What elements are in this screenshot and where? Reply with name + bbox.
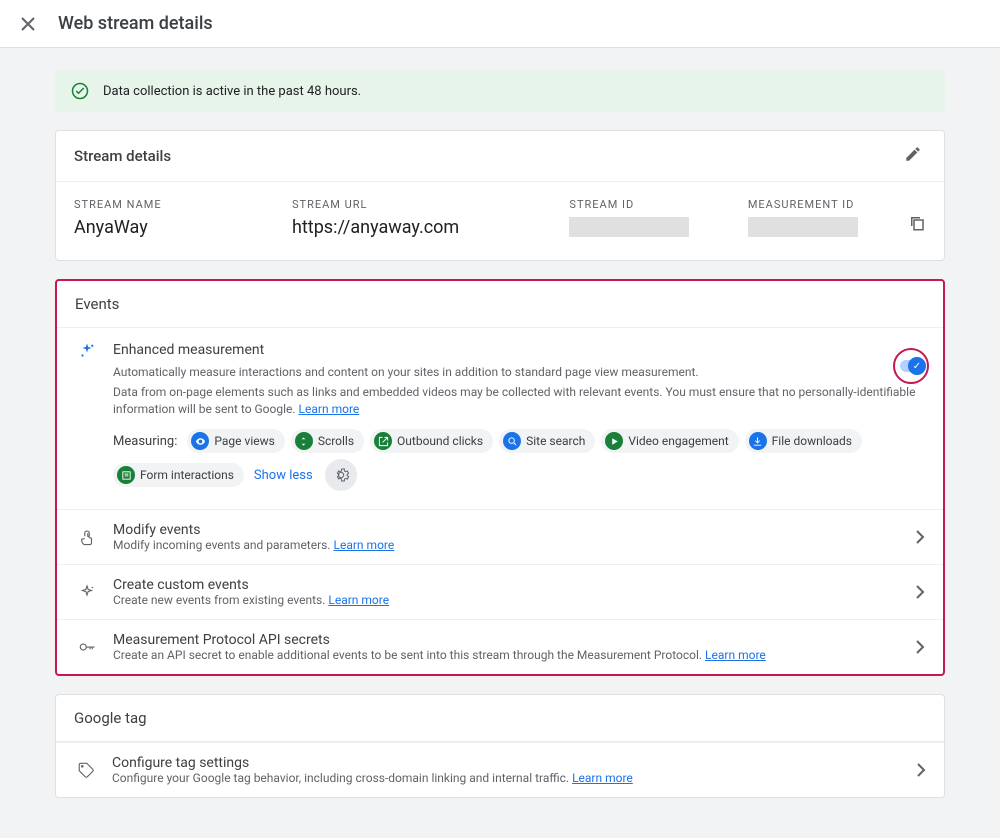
learn-more-link[interactable]: Learn more	[334, 538, 395, 552]
enhanced-measurement-row: Enhanced measurement Automatically measu…	[57, 328, 943, 509]
learn-more-link[interactable]: Learn more	[572, 771, 633, 785]
enhanced-settings-button[interactable]	[325, 459, 357, 491]
stream-name-label: STREAM NAME	[74, 198, 272, 211]
google-tag-card: Google tag Configure tag settings Config…	[55, 694, 945, 798]
eye-icon	[191, 432, 209, 450]
stream-url-value: https://anyaway.com	[292, 217, 549, 238]
stream-name-value: AnyaWay	[74, 217, 272, 238]
gear-icon	[333, 467, 349, 483]
touch-icon	[75, 528, 99, 546]
list-item-sub: Modify incoming events and parameters.	[113, 538, 331, 552]
chip-site-search: Site search	[499, 429, 595, 453]
measurement-id-label: MEASUREMENT ID	[748, 198, 902, 211]
page-title: Web stream details	[58, 13, 213, 34]
enhanced-measurement-desc2: Data from on-page elements such as links…	[113, 385, 915, 416]
measurement-id-value	[748, 217, 858, 237]
stream-url-label: STREAM URL	[292, 198, 549, 211]
scroll-icon	[295, 432, 313, 450]
configure-tag-settings-row[interactable]: Configure tag settings Configure your Go…	[56, 742, 944, 797]
enhanced-learn-more-link[interactable]: Learn more	[299, 402, 360, 416]
enhanced-measurement-toggle-highlight	[893, 348, 929, 384]
copy-icon	[908, 214, 926, 232]
learn-more-link[interactable]: Learn more	[328, 593, 389, 607]
play-icon	[605, 432, 623, 450]
enhanced-measurement-desc1: Automatically measure interactions and c…	[113, 364, 925, 381]
status-banner: Data collection is active in the past 48…	[55, 70, 945, 112]
enhanced-measurement-toggle[interactable]	[900, 360, 922, 372]
form-icon	[117, 466, 135, 484]
pencil-icon	[904, 145, 922, 163]
edit-stream-button[interactable]	[904, 145, 926, 167]
chip-outbound-clicks: Outbound clicks	[370, 429, 493, 453]
learn-more-link[interactable]: Learn more	[705, 648, 766, 662]
measuring-label: Measuring:	[113, 434, 177, 449]
page-body: Data collection is active in the past 48…	[0, 48, 1000, 838]
list-item-title: Modify events	[113, 522, 915, 538]
list-item-sub: Create new events from existing events.	[113, 593, 325, 607]
events-row-measurement-protocol-api-secrets[interactable]: Measurement Protocol API secretsCreate a…	[57, 619, 943, 674]
download-icon	[749, 432, 767, 450]
stream-details-card: Stream details STREAM NAME AnyaWay STREA…	[55, 130, 945, 261]
copy-measurement-id-button[interactable]	[908, 214, 926, 232]
close-icon	[20, 16, 36, 32]
list-item-title: Measurement Protocol API secrets	[113, 632, 915, 648]
list-item-title: Configure tag settings	[112, 755, 916, 771]
top-bar: Web stream details	[0, 0, 1000, 48]
measuring-chips: Measuring: Page views ScrollsOutbound cli…	[113, 429, 925, 491]
chevron-right-icon	[915, 640, 925, 654]
status-text: Data collection is active in the past 48…	[103, 84, 361, 99]
stream-id-value	[569, 217, 689, 237]
events-row-create-custom-events[interactable]: Create custom eventsCreate new events fr…	[57, 564, 943, 619]
tag-icon	[74, 761, 98, 779]
stream-details-heading: Stream details	[74, 147, 171, 165]
stream-id-label: STREAM ID	[569, 198, 727, 211]
show-less-link[interactable]: Show less	[254, 468, 313, 483]
chevron-right-icon	[916, 763, 926, 777]
sparkle-icon	[75, 342, 99, 491]
search-icon	[503, 432, 521, 450]
chip-video-engagement: Video engagement	[601, 429, 738, 453]
list-item-sub: Configure your Google tag behavior, incl…	[112, 771, 569, 785]
chevron-right-icon	[915, 530, 925, 544]
enhanced-measurement-title: Enhanced measurement	[113, 342, 925, 358]
list-item-sub: Create an API secret to enable additiona…	[113, 648, 702, 662]
list-item-title: Create custom events	[113, 577, 915, 593]
chip-scrolls: Scrolls	[291, 429, 364, 453]
check-circle-icon	[71, 82, 89, 100]
key-icon	[75, 638, 99, 656]
chip-file-downloads: File downloads	[745, 429, 862, 453]
close-button[interactable]	[16, 12, 40, 36]
chevron-right-icon	[915, 585, 925, 599]
out-icon	[374, 432, 392, 450]
events-row-modify-events[interactable]: Modify eventsModify incoming events and …	[57, 509, 943, 564]
chip-page-views: Page views	[187, 429, 284, 453]
events-card: Events Enhanced measurement Automaticall…	[55, 279, 945, 676]
sparkle-icon	[75, 583, 99, 601]
chip-form-interactions: Form interactions	[113, 463, 244, 487]
events-heading: Events	[57, 281, 943, 328]
google-tag-heading: Google tag	[56, 695, 944, 742]
